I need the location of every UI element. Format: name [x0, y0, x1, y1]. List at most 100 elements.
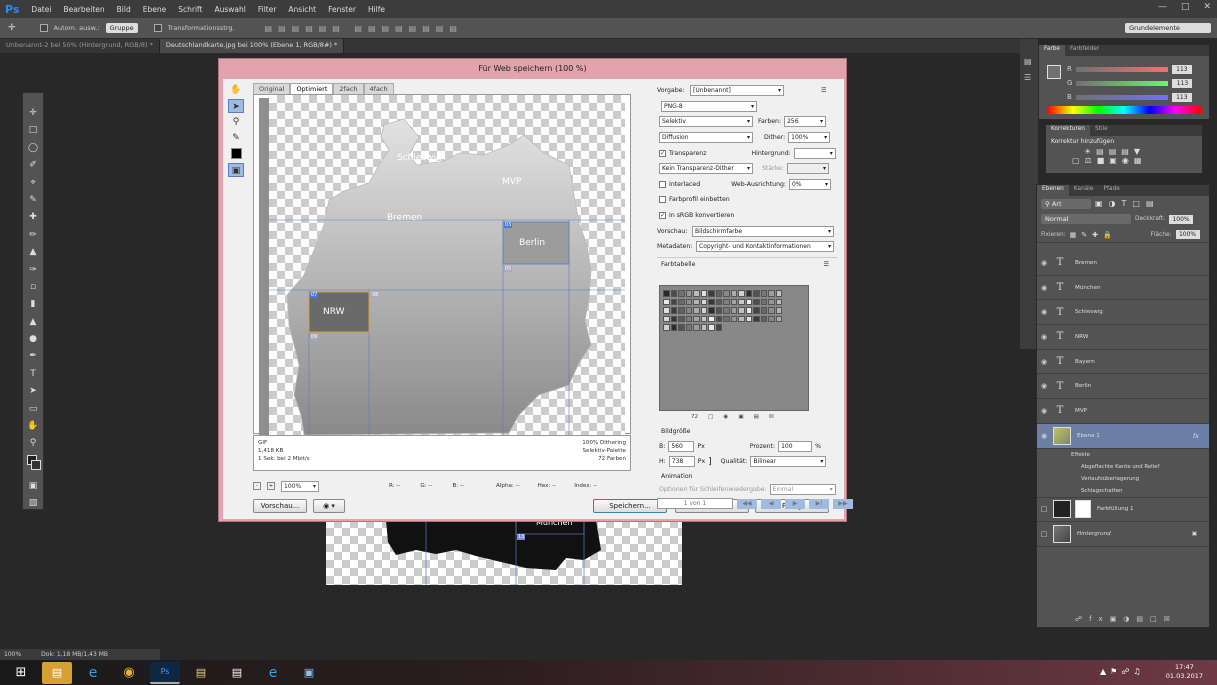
- blur-tool-icon[interactable]: ▲: [26, 316, 40, 328]
- auto-select-checkbox[interactable]: [39, 24, 48, 32]
- auto-select-dropdown[interactable]: Gruppe: [105, 23, 138, 33]
- transparency-checkbox[interactable]: ✓: [659, 149, 666, 157]
- color-swatch[interactable]: [760, 307, 767, 314]
- color-swatch[interactable]: [708, 290, 715, 297]
- layer-row-schleswig[interactable]: ◉ T Schleswig: [1037, 300, 1209, 326]
- crop-tool-icon[interactable]: ⌖: [26, 177, 40, 189]
- hand-tool-icon[interactable]: ✋: [26, 420, 40, 432]
- fg-bg-swatch[interactable]: [1047, 65, 1061, 79]
- color-swatch[interactable]: [700, 290, 707, 297]
- layer-name[interactable]: Bayern: [1069, 359, 1095, 365]
- color-swatch[interactable]: [723, 315, 730, 322]
- layer-name[interactable]: MVP: [1069, 408, 1087, 414]
- play-button[interactable]: ▶: [785, 498, 805, 509]
- color-swatch[interactable]: [670, 315, 677, 322]
- color-swatch[interactable]: [708, 324, 715, 331]
- color-swatch[interactable]: [693, 315, 700, 322]
- visibility-toggle[interactable]: □: [1037, 530, 1051, 538]
- menu-datei[interactable]: Datei: [25, 5, 57, 14]
- type-tool-icon[interactable]: T: [26, 368, 40, 380]
- srgb-checkbox[interactable]: ✓: [659, 212, 666, 220]
- effect-gradient[interactable]: Verlaufsüberlagerung: [1071, 473, 1209, 485]
- path-select-icon[interactable]: ➤: [26, 385, 40, 397]
- ie-icon[interactable]: e: [78, 662, 108, 684]
- color-swatch[interactable]: [775, 315, 782, 322]
- align-icons[interactable]: ▤▤▤▤▤▤ ▤▤▤▤▤▤▤▤: [265, 24, 463, 33]
- menu-schrift[interactable]: Schrift: [172, 5, 208, 14]
- layer-row-nrw[interactable]: ◉ T NRW: [1037, 325, 1209, 350]
- eyedropper-icon[interactable]: ✎: [228, 131, 244, 145]
- spectrum-bar[interactable]: [1047, 106, 1201, 114]
- layer-filter-dropdown[interactable]: ⚲ Art: [1041, 198, 1091, 209]
- color-swatch[interactable]: [663, 290, 670, 297]
- color-swatch[interactable]: [678, 290, 685, 297]
- quick-mask-icon[interactable]: ▣: [26, 480, 40, 492]
- color-swatch[interactable]: [730, 307, 737, 314]
- folder-icon[interactable]: ▤: [186, 662, 216, 684]
- zoom-tool-icon[interactable]: ⚲: [26, 437, 40, 449]
- lock-color-icon[interactable]: ▣: [738, 414, 743, 420]
- color-swatch[interactable]: [753, 298, 760, 305]
- layer-name[interactable]: Hintergrund: [1071, 531, 1111, 537]
- preset-menu-icon[interactable]: ☰: [821, 87, 827, 94]
- menu-bearbeiten[interactable]: Bearbeiten: [57, 5, 110, 14]
- explorer-icon[interactable]: ▤: [42, 661, 72, 684]
- constrain-link-icon[interactable]: ]: [708, 457, 712, 467]
- delete-color-icon[interactable]: ☒: [769, 414, 774, 420]
- effect-bevel[interactable]: Abgeflachte Kante und Relief: [1071, 461, 1209, 473]
- visibility-eye-icon[interactable]: ◉: [1037, 259, 1051, 267]
- history-icon[interactable]: ▤: [1024, 57, 1032, 66]
- height-input[interactable]: 738: [668, 456, 695, 467]
- hand-tool-icon[interactable]: ✋: [228, 83, 244, 97]
- menu-ebene[interactable]: Ebene: [137, 5, 172, 14]
- color-swatch[interactable]: [693, 307, 700, 314]
- effect-shadow[interactable]: Schlagschatten: [1071, 485, 1209, 497]
- loop-dropdown[interactable]: Einmal ▾: [769, 484, 836, 495]
- color-swatch[interactable]: [775, 298, 782, 305]
- document-canvas[interactable]: München 13: [326, 518, 682, 585]
- color-table[interactable]: [659, 285, 809, 411]
- zoom-in-button[interactable]: +: [267, 482, 275, 490]
- prev-frame-button[interactable]: ◀: [761, 498, 781, 509]
- color-swatch[interactable]: [760, 298, 767, 305]
- matte-dropdown[interactable]: ▾: [793, 147, 836, 159]
- amount-input[interactable]: ▾: [786, 163, 829, 175]
- history-brush-icon[interactable]: ✑: [26, 264, 40, 276]
- layer-row-bayern[interactable]: ◉ T Bayern: [1037, 350, 1209, 375]
- zoom-dropdown[interactable]: 100% ▾: [281, 480, 319, 492]
- slice-badge-07[interactable]: 07: [310, 292, 319, 298]
- slice-badge-03[interactable]: 03: [504, 222, 513, 228]
- preset-dropdown[interactable]: [Unbenannt] ▾: [690, 85, 784, 97]
- color-swatch[interactable]: [700, 324, 707, 331]
- browser-select-button[interactable]: ◉ ▾: [313, 499, 345, 513]
- layer-row-farbfuellung[interactable]: □ Farbfüllung 1: [1037, 498, 1209, 523]
- first-frame-button[interactable]: ◀◀: [737, 498, 757, 509]
- tab-stile[interactable]: Stile: [1090, 125, 1113, 136]
- dither-input[interactable]: 100% ▾: [788, 132, 831, 144]
- marquee-tool-icon[interactable]: □: [26, 124, 40, 136]
- color-swatch[interactable]: [775, 290, 782, 297]
- taskbar-clock[interactable]: 17:47 01.03.2017: [1166, 663, 1203, 681]
- web-shift-icon[interactable]: ◉: [723, 414, 728, 420]
- menu-auswahl[interactable]: Auswahl: [208, 5, 251, 14]
- preview-dropdown[interactable]: Bildschirmfarbe ▾: [692, 225, 834, 237]
- interlaced-checkbox[interactable]: [659, 180, 666, 188]
- start-button-icon[interactable]: ⊞: [6, 662, 36, 684]
- menu-ansicht[interactable]: Ansicht: [282, 5, 322, 14]
- maximize-icon[interactable]: □: [1181, 2, 1190, 12]
- next-frame-button[interactable]: ▶|: [809, 498, 829, 509]
- color-swatch[interactable]: [768, 315, 775, 322]
- color-swatch[interactable]: [715, 307, 722, 314]
- tray-icons[interactable]: ▲⚑☍♫: [1100, 667, 1145, 676]
- correction-icons-row2[interactable]: ▢⚖■▣◉▦: [1046, 156, 1202, 165]
- brush-tool-icon[interactable]: ✏: [26, 229, 40, 241]
- color-swatch[interactable]: [708, 307, 715, 314]
- eyedropper-icon[interactable]: ✎: [26, 194, 40, 206]
- opacity-value[interactable]: 100%: [1169, 214, 1194, 224]
- visibility-eye-icon[interactable]: ◉: [1037, 407, 1051, 415]
- trans-dither-dropdown[interactable]: Kein Transparenz-Dither ▾: [659, 163, 753, 175]
- map-canvas[interactable]: Schleswig MVP Bremen Berlin NRW 03 05 07…: [269, 95, 625, 435]
- format-dropdown[interactable]: PNG-8 ▾: [661, 100, 757, 112]
- menu-fenster[interactable]: Fenster: [322, 5, 362, 14]
- workspace-dropdown[interactable]: Grundelemente: [1125, 23, 1211, 33]
